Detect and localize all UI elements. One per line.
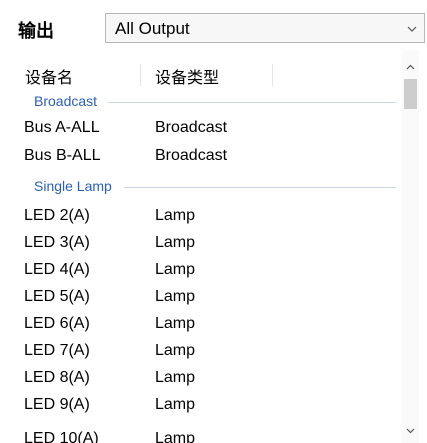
- device-type: Lamp: [155, 342, 196, 359]
- device-type: Lamp: [155, 234, 196, 251]
- list-item[interactable]: LED 9(A) Lamp: [24, 396, 396, 418]
- device-type: Lamp: [155, 396, 196, 413]
- device-name: Bus A-ALL: [24, 119, 100, 136]
- device-name: LED 9(A): [24, 396, 90, 413]
- device-name: Bus B-ALL: [24, 147, 101, 164]
- list-item[interactable]: LED 4(A) Lamp: [24, 261, 396, 283]
- column-header-name[interactable]: 设备名: [25, 64, 73, 88]
- list-item[interactable]: LED 3(A) Lamp: [24, 234, 396, 256]
- device-type: Lamp: [155, 288, 196, 305]
- device-type: Lamp: [155, 261, 196, 278]
- device-name: LED 4(A): [24, 261, 90, 278]
- device-name: LED 2(A): [24, 207, 90, 224]
- column-header: 设备名 设备类型: [0, 64, 396, 88]
- column-divider[interactable]: [272, 64, 273, 86]
- device-list: 设备名 设备类型 Broadcast Bus A-ALL Broadcast B…: [0, 50, 400, 443]
- device-name: LED 5(A): [24, 288, 90, 305]
- scroll-up-arrow-icon[interactable]: [406, 63, 415, 72]
- device-type: Broadcast: [155, 147, 228, 164]
- device-type: Broadcast: [155, 119, 228, 136]
- column-divider[interactable]: [140, 64, 141, 86]
- list-item[interactable]: Bus B-ALL Broadcast: [24, 147, 396, 169]
- output-label: 输出: [18, 21, 54, 41]
- list-item[interactable]: LED 2(A) Lamp: [24, 207, 396, 229]
- device-name: LED 7(A): [24, 342, 90, 359]
- column-header-type[interactable]: 设备类型: [155, 64, 219, 88]
- group-divider-line: [124, 187, 396, 188]
- device-name: LED 8(A): [24, 369, 90, 386]
- group-divider-line: [108, 102, 396, 103]
- chevron-down-icon: [407, 26, 417, 32]
- list-item[interactable]: LED 10(A) Lamp: [24, 430, 396, 443]
- list-item[interactable]: LED 7(A) Lamp: [24, 342, 396, 364]
- list-item[interactable]: LED 8(A) Lamp: [24, 369, 396, 391]
- scroll-down-arrow-icon[interactable]: [406, 426, 415, 435]
- list-item[interactable]: LED 5(A) Lamp: [24, 288, 396, 310]
- device-type: Lamp: [155, 369, 196, 386]
- device-type: Lamp: [155, 430, 196, 443]
- device-name: LED 6(A): [24, 315, 90, 332]
- output-toolbar: 输出 All Output: [0, 0, 427, 50]
- device-name: LED 3(A): [24, 234, 90, 251]
- scrollbar-thumb[interactable]: [404, 79, 417, 109]
- list-item[interactable]: Bus A-ALL Broadcast: [24, 119, 396, 141]
- device-name: LED 10(A): [24, 430, 99, 443]
- group-header-broadcast[interactable]: Broadcast: [26, 93, 396, 111]
- output-select[interactable]: All Output: [105, 13, 425, 43]
- device-type: Lamp: [155, 315, 196, 332]
- list-item[interactable]: LED 6(A) Lamp: [24, 315, 396, 337]
- group-label: Single Lamp: [34, 178, 116, 194]
- group-label: Broadcast: [34, 93, 102, 109]
- output-select-value: All Output: [115, 19, 190, 38]
- group-header-single-lamp[interactable]: Single Lamp: [26, 178, 396, 196]
- device-type: Lamp: [155, 207, 196, 224]
